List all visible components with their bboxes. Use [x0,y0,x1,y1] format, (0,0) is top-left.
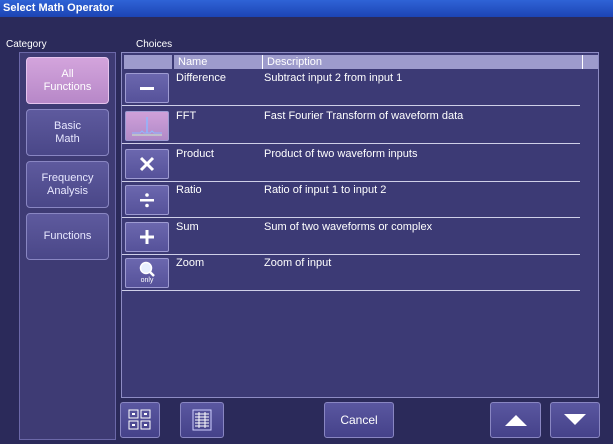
row-name: Difference [176,72,226,84]
grid-view-icon [128,409,151,430]
row-description: Ratio of input 1 to input 2 [264,184,387,196]
window-title: Select Math Operator [0,0,613,17]
divide-icon[interactable] [125,185,169,215]
zoom-only-icon[interactable]: only [125,258,169,288]
row-name: Zoom [176,257,205,269]
row-name: FFT [176,110,197,122]
row-description: Fast Fourier Transform of waveform data [264,110,464,122]
fft-spectrum-icon[interactable] [125,111,169,141]
table-row[interactable]: Product Product of two waveform inputs [122,146,580,182]
arrow-up-icon [504,415,527,426]
category-label: Category [6,39,47,50]
list-view-icon [192,409,212,431]
table-row[interactable]: Ratio Ratio of input 1 to input 2 [122,182,580,218]
table-row[interactable]: FFT Fast Fourier Transform of waveform d… [122,108,580,144]
choices-label: Choices [136,39,173,50]
minus-icon[interactable] [125,73,169,103]
column-header-description: Description [262,55,582,69]
scroll-down-button[interactable] [550,402,600,438]
table-header: Name Description [174,55,598,69]
row-name: Product [176,148,214,160]
column-header-name: Name [178,56,208,68]
row-name: Sum [176,221,199,233]
category-frequency-analysis-button[interactable]: Frequency Analysis [26,161,109,208]
category-panel: All Functions Basic Math Frequency Analy… [19,52,116,440]
row-description: Subtract input 2 from input 1 [264,72,403,84]
table-row[interactable]: only Zoom Zoom of input [122,255,580,291]
table-row[interactable]: Difference Subtract input 2 from input 1 [122,70,580,106]
table-row[interactable]: Sum Sum of two waveforms or complex [122,219,580,255]
row-description: Sum of two waveforms or complex [264,221,433,233]
choices-table: Name Description Difference Subtract inp… [121,52,599,398]
list-view-button[interactable] [180,402,224,438]
row-name: Ratio [176,184,202,196]
row-description: Zoom of input [264,257,332,269]
category-all-functions-button[interactable]: All Functions [26,57,109,104]
table-header-icon-column [124,55,172,69]
grid-view-button[interactable] [120,402,160,438]
scroll-up-button[interactable] [490,402,541,438]
category-basic-math-button[interactable]: Basic Math [26,109,109,156]
category-functions-button[interactable]: Functions [26,213,109,260]
cancel-button[interactable]: Cancel [324,402,394,438]
row-description: Product of two waveform inputs [264,148,418,160]
zoom-icon-caption: only [140,277,154,284]
plus-icon[interactable] [125,222,169,252]
multiply-icon[interactable] [125,149,169,179]
column-header-end [582,55,598,69]
arrow-down-icon [564,414,586,425]
